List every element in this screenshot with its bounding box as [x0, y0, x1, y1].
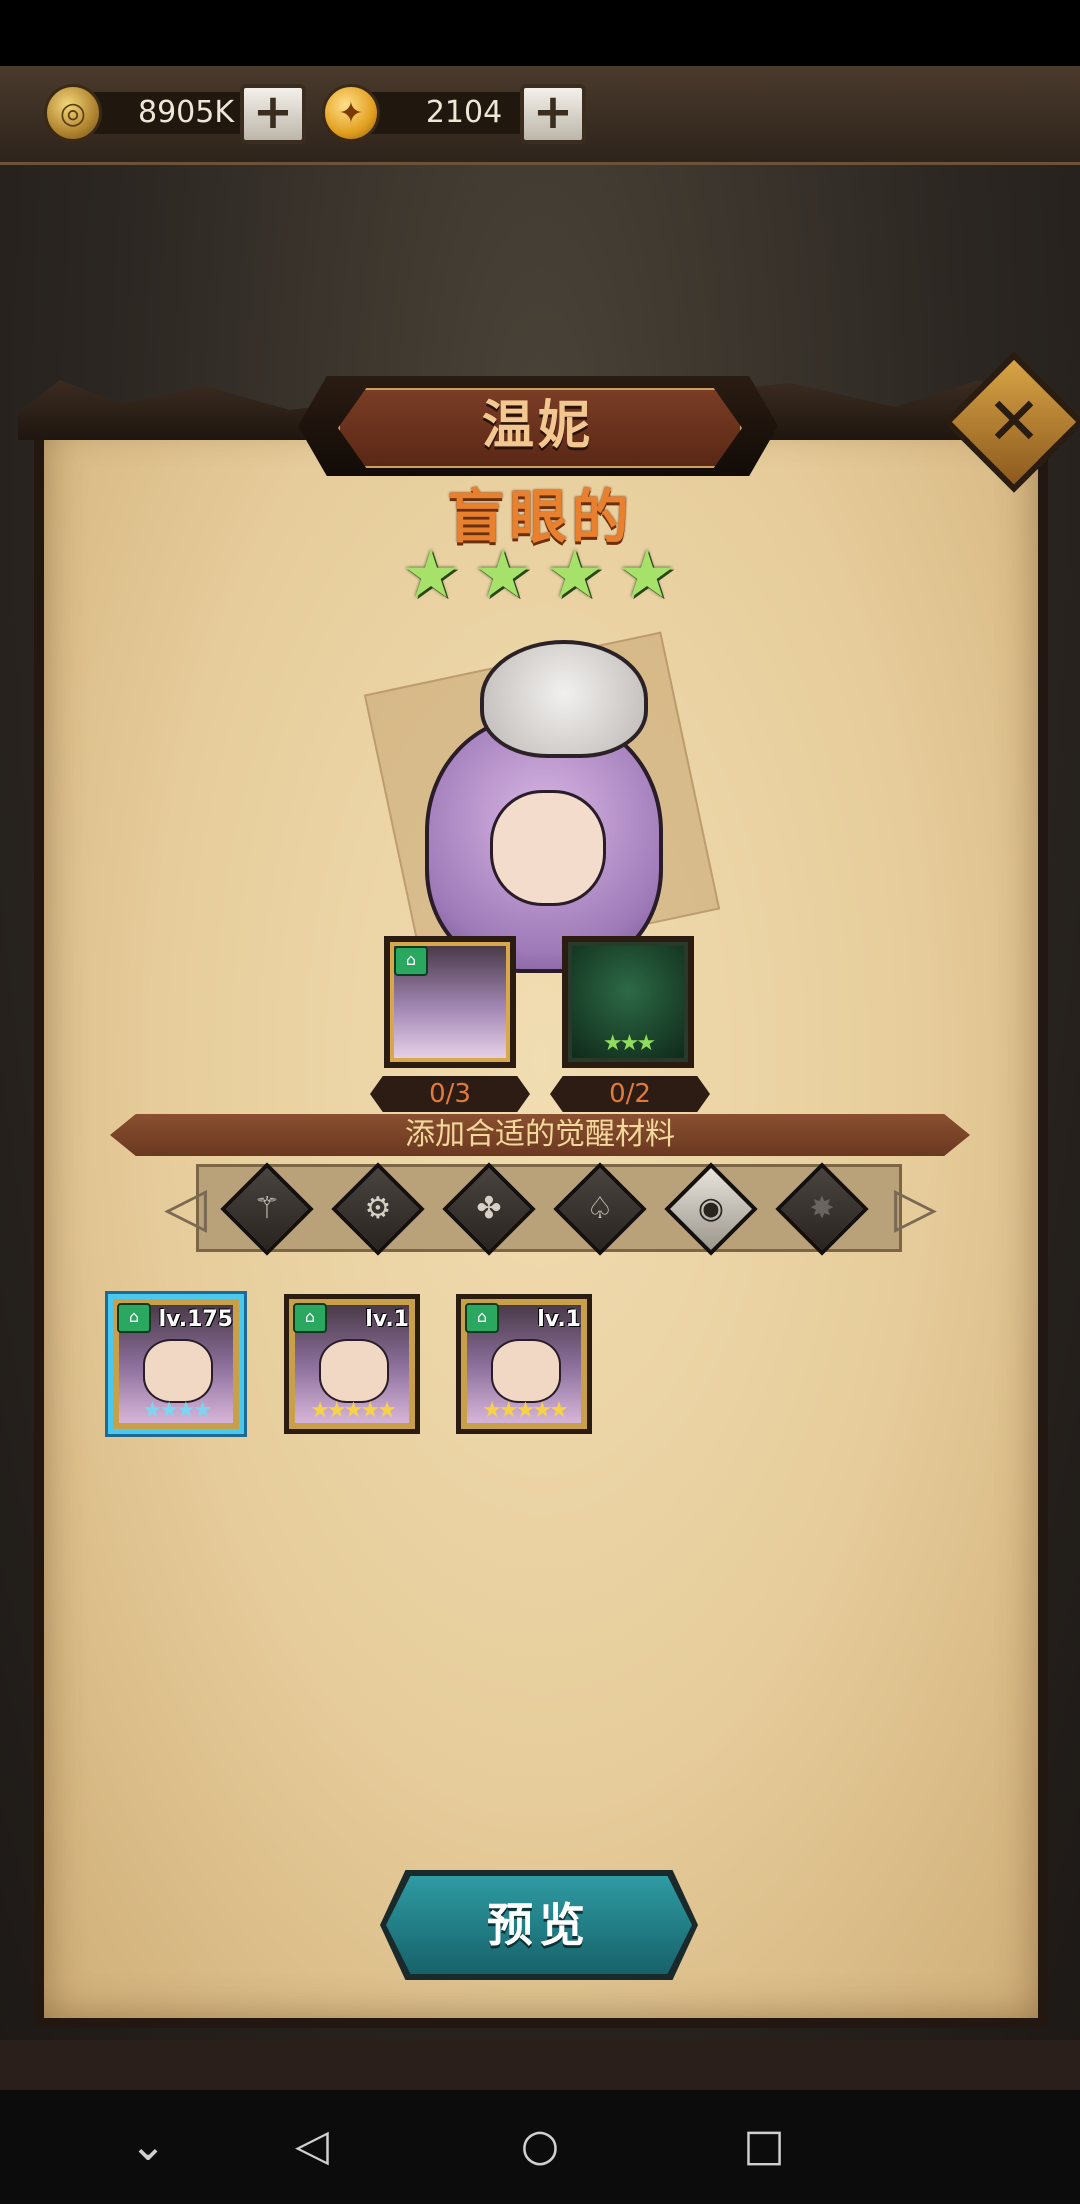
faction-3-icon: ✤ [476, 1191, 502, 1226]
nav-recent-icon[interactable]: □ [724, 2116, 804, 2176]
star-icon: ★ [401, 536, 461, 613]
star-icon: ★ [473, 536, 533, 613]
cat-companion [480, 640, 648, 758]
material-stars: ★★★ [602, 1031, 656, 1056]
faction-1-icon: ⚚ [253, 1191, 281, 1226]
filter-right-arrow-icon[interactable]: ▷ [894, 1178, 937, 1238]
faction-badge-icon: ⌂ [293, 1303, 327, 1333]
preview-button-label[interactable]: 预览 [386, 1876, 692, 1974]
hero-card-face [319, 1339, 389, 1403]
material-slot-generic[interactable]: ★★★ [562, 936, 694, 1068]
hero-level: lv.1 [537, 1307, 581, 1332]
hero-level: lv.175 [158, 1307, 233, 1332]
hero-level: lv.1 [365, 1307, 409, 1332]
hero-card[interactable]: ⌂ lv.175 ★★★★ [108, 1294, 244, 1434]
add-gold-button[interactable]: + [520, 84, 586, 144]
star-icon: ★ [545, 536, 605, 613]
star-icon: ★ [617, 536, 677, 613]
faction-2-icon: ⚙ [364, 1191, 392, 1226]
status-bar [0, 0, 1080, 66]
filter-left-arrow-icon[interactable]: ◁ [164, 1178, 207, 1238]
material-banner-text: 添加合适的觉醒材料 [405, 1117, 675, 1152]
hero-stars: ★★★★★ [482, 1398, 569, 1423]
close-icon[interactable]: ✕ [964, 372, 1064, 472]
hero-card-face [143, 1339, 213, 1403]
faction-badge-icon: ⌂ [465, 1303, 499, 1333]
faction-5-icon: ◉ [697, 1191, 725, 1226]
material-slot-hero[interactable]: ⌂ [384, 936, 516, 1068]
nav-home-icon[interactable]: ○ [500, 2116, 580, 2176]
nav-collapse-icon[interactable]: ⌄ [108, 2116, 188, 2176]
resource-bar: 8905K ◎ + 2104 ✦ + [0, 66, 1080, 165]
add-medal-button[interactable]: + [240, 84, 306, 144]
material-generic-count: 0/2 [550, 1076, 710, 1112]
hero-card[interactable]: ⌂ lv.1 ★★★★★ [456, 1294, 592, 1434]
bottom-menu-strip [0, 2040, 1080, 2090]
faction-6-icon: ✸ [809, 1191, 835, 1226]
faction-badge-icon: ⌂ [117, 1303, 151, 1333]
hero-face [490, 790, 606, 906]
hero-name-title: 温妮 [481, 396, 594, 456]
gold-coin-icon: ✦ [322, 84, 380, 142]
hero-card[interactable]: ⌂ lv.1 ★★★★★ [284, 1294, 420, 1434]
material-hero-count: 0/3 [370, 1076, 530, 1112]
faction-badge-icon: ⌂ [394, 946, 428, 976]
hero-stars: ★★★★★ [310, 1398, 397, 1423]
medal-coin-icon: ◎ [44, 84, 102, 142]
hero-card-face [491, 1339, 561, 1403]
faction-4-icon: ♤ [586, 1191, 614, 1226]
hero-star-rating: ★ ★ ★ ★ [396, 540, 686, 610]
nav-back-icon[interactable]: ◁ [272, 2116, 352, 2176]
hero-stars: ★★★★ [142, 1398, 213, 1423]
hero-portrait-art [330, 620, 750, 980]
